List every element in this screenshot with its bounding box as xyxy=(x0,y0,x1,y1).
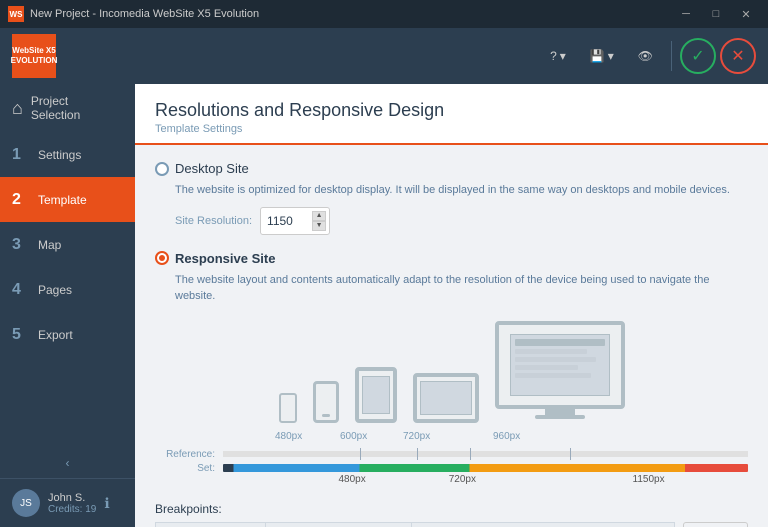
responsive-radio[interactable] xyxy=(155,251,169,265)
main-content: Resolutions and Responsive Design Templa… xyxy=(135,84,768,527)
set-tick-720: 720px xyxy=(449,474,476,485)
content-subtitle: Template Settings xyxy=(155,123,748,135)
logo-box: WebSite X5 EVOLUTION xyxy=(12,34,56,78)
save-button[interactable]: 💾 ▾ xyxy=(580,43,624,69)
user-name: John S. xyxy=(48,492,96,504)
ref-label-480: 480px xyxy=(275,431,302,442)
resolution-input[interactable] xyxy=(267,214,312,228)
info-icon[interactable]: ℹ xyxy=(104,495,109,512)
bp-col-display: Display xyxy=(265,522,411,527)
spinner-up[interactable]: ▲ xyxy=(312,211,326,221)
content-body: Desktop Site The website is optimized fo… xyxy=(135,145,768,527)
maximize-button[interactable]: □ xyxy=(702,4,730,24)
user-info: John S. Credits: 19 xyxy=(48,492,96,515)
spinner-down[interactable]: ▼ xyxy=(312,221,326,231)
responsive-radio-label[interactable]: Responsive Site xyxy=(155,251,748,266)
responsive-option-section: Responsive Site The website layout and c… xyxy=(155,251,748,527)
set-tick-480: 480px xyxy=(339,474,366,485)
page-title: Resolutions and Responsive Design xyxy=(155,100,748,121)
resolution-label: Site Resolution: xyxy=(175,215,252,227)
device-phone xyxy=(313,381,339,423)
tick-480 xyxy=(360,448,361,460)
edit-button[interactable]: Edit... xyxy=(683,522,748,527)
desktop-desc: The website is optimized for desktop dis… xyxy=(175,182,748,199)
set-bar-row: Set: 480px 720px 1150px xyxy=(155,463,748,474)
cancel-button[interactable]: ✕ xyxy=(720,38,756,74)
reference-labels: 480px 600px 720px 960px xyxy=(155,431,748,447)
desktop-radio[interactable] xyxy=(155,162,169,176)
ok-button[interactable]: ✓ xyxy=(680,38,716,74)
ref-label-600: 600px xyxy=(340,431,367,442)
breakpoints-table: Breakpoint Display Interval 1150px xyxy=(155,522,675,527)
resolution-spinner: ▲ ▼ xyxy=(312,211,326,231)
window-title: New Project - Incomedia WebSite X5 Evolu… xyxy=(30,8,672,20)
preview-button[interactable]: 👁 xyxy=(628,43,663,69)
avatar: JS xyxy=(12,489,40,517)
breakpoints-section: Breakpoints: Breakpoint Display Interval xyxy=(155,502,748,527)
sidebar-user: JS John S. Credits: 19 ℹ xyxy=(0,478,135,527)
sidebar-item-settings[interactable]: 1 Settings xyxy=(0,132,135,177)
sidebar-home-label: Project Selection xyxy=(31,94,80,122)
bp-table-wrap: Breakpoint Display Interval 1150px xyxy=(155,522,675,527)
bp-col-breakpoint: Breakpoint xyxy=(156,522,266,527)
tick-600 xyxy=(417,448,418,460)
titlebar-controls: ─ □ ✕ xyxy=(672,4,760,24)
help-button[interactable]: ? ▾ xyxy=(540,43,576,69)
reference-label: Reference: xyxy=(155,449,215,460)
device-phone-small xyxy=(279,393,297,423)
bp-col-interval: Interval xyxy=(412,522,675,527)
sidebar-item-home[interactable]: ⌂ Project Selection xyxy=(0,84,135,132)
set-bar-gradient xyxy=(223,464,748,472)
app-icon: WS xyxy=(8,6,24,22)
reference-bar-row: Reference: xyxy=(155,449,748,460)
device-icons-row xyxy=(155,313,748,427)
logo-area: WebSite X5 EVOLUTION xyxy=(12,34,56,78)
desktop-radio-label[interactable]: Desktop Site xyxy=(155,161,748,176)
body-area: ⌂ Project Selection 1 Settings 2 Templat… xyxy=(0,84,768,527)
responsive-label: Responsive Site xyxy=(175,251,275,266)
close-window-button[interactable]: ✕ xyxy=(732,4,760,24)
toolbar-separator xyxy=(671,41,672,71)
device-tablet-landscape xyxy=(413,373,479,423)
user-credits: Credits: 19 xyxy=(48,504,96,515)
scale-section: 480px 600px 720px 960px Reference: xyxy=(155,431,748,474)
device-monitor xyxy=(495,321,625,409)
breakpoints-label: Breakpoints: xyxy=(155,502,748,516)
toolbar: WebSite X5 EVOLUTION ? ▾ 💾 ▾ 👁 ✓ ✕ xyxy=(0,28,768,84)
device-tablet-portrait xyxy=(355,367,397,423)
ref-label-960: 960px xyxy=(493,431,520,442)
sidebar-collapse-button[interactable]: ‹ xyxy=(0,448,135,478)
content-header: Resolutions and Responsive Design Templa… xyxy=(135,84,768,145)
desktop-label: Desktop Site xyxy=(175,161,249,176)
ref-label-720: 720px xyxy=(403,431,430,442)
tick-960 xyxy=(570,448,571,460)
sidebar-item-map[interactable]: 3 Map xyxy=(0,222,135,267)
set-bar: 480px 720px 1150px xyxy=(223,464,748,472)
set-tick-1150: 1150px xyxy=(633,474,665,485)
sidebar-item-export[interactable]: 5 Export xyxy=(0,312,135,357)
app-window: WebSite X5 EVOLUTION ? ▾ 💾 ▾ 👁 ✓ ✕ xyxy=(0,28,768,527)
reference-bar xyxy=(223,451,748,457)
logo-text: WebSite X5 EVOLUTION xyxy=(11,46,58,65)
resolution-row: Site Resolution: ▲ ▼ xyxy=(175,207,748,235)
desktop-option-section: Desktop Site The website is optimized fo… xyxy=(155,161,748,235)
set-label: Set: xyxy=(155,463,215,474)
sidebar-item-template[interactable]: 2 Template xyxy=(0,177,135,222)
sidebar-item-pages[interactable]: 4 Pages xyxy=(0,267,135,312)
minimize-button[interactable]: ─ xyxy=(672,4,700,24)
toolbar-actions: ? ▾ 💾 ▾ 👁 ✓ ✕ xyxy=(540,38,756,74)
sidebar: ⌂ Project Selection 1 Settings 2 Templat… xyxy=(0,84,135,527)
tick-720 xyxy=(470,448,471,460)
bp-wrapper: Breakpoint Display Interval 1150px xyxy=(155,522,748,527)
resolution-input-wrapper: ▲ ▼ xyxy=(260,207,330,235)
responsive-desc: The website layout and contents automati… xyxy=(175,272,748,305)
home-icon: ⌂ xyxy=(12,98,23,119)
titlebar: WS New Project - Incomedia WebSite X5 Ev… xyxy=(0,0,768,28)
